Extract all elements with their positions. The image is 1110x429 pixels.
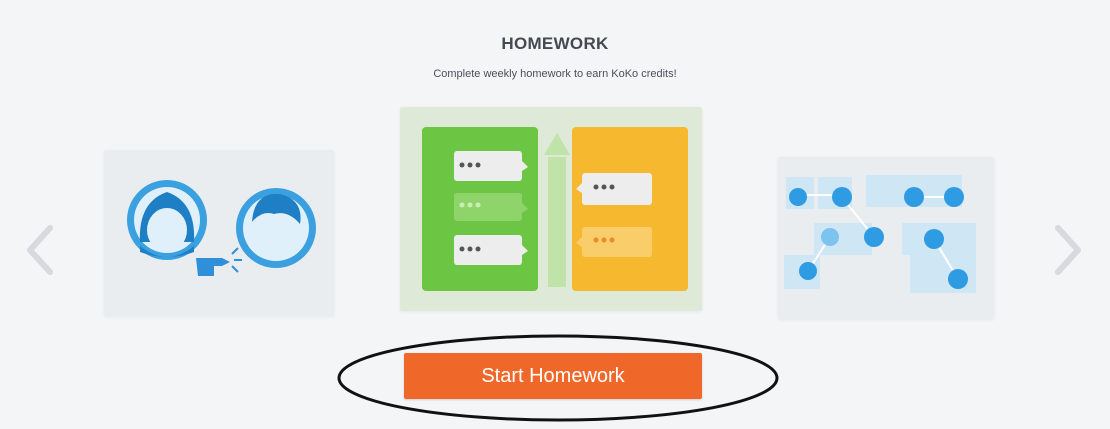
collaboration-illustration[interactable] (104, 150, 334, 316)
carousel-prev-button[interactable] (20, 220, 60, 280)
start-homework-button[interactable]: Start Homework (404, 353, 702, 399)
homework-chat-illustration[interactable] (400, 107, 702, 311)
page-subtitle: Complete weekly homework to earn KoKo cr… (433, 68, 677, 80)
pointing-hand-icon (196, 247, 242, 276)
connections-illustration[interactable] (778, 157, 994, 319)
chat-bubble-icon (576, 173, 652, 205)
person-icon (127, 180, 207, 260)
network-icon (784, 175, 976, 293)
person-icon (236, 188, 316, 268)
chat-bubble-icon (454, 193, 528, 221)
chat-bubble-icon (454, 151, 528, 181)
chat-bubble-icon (454, 235, 528, 265)
chevron-left-icon (27, 225, 53, 275)
carousel-next-button[interactable] (1048, 220, 1088, 280)
arrow-up-icon (544, 133, 570, 287)
chat-bubble-icon (576, 227, 652, 257)
chevron-right-icon (1055, 225, 1081, 275)
page-title: HOMEWORK (501, 34, 609, 53)
